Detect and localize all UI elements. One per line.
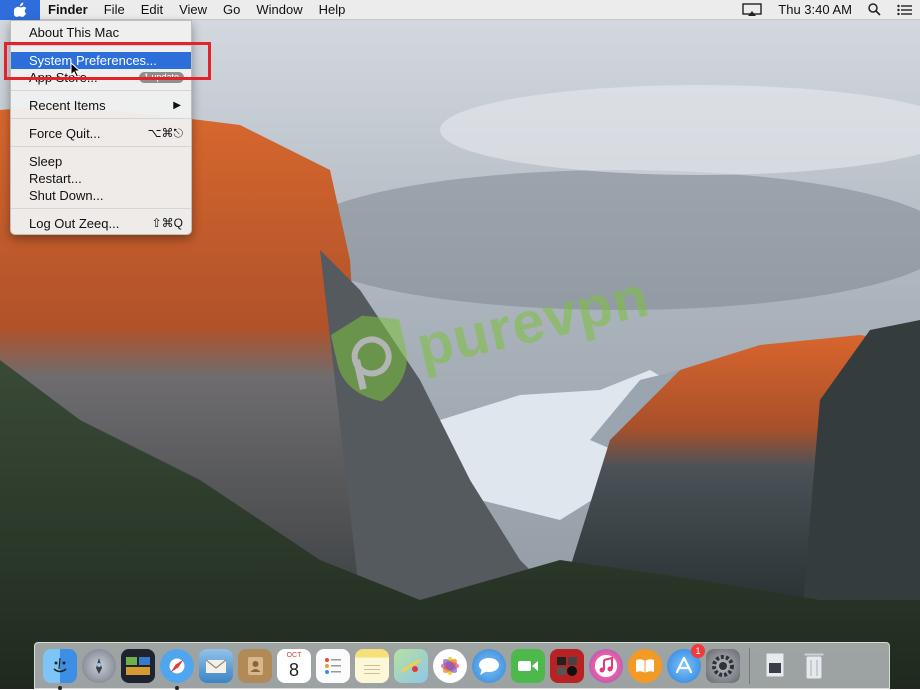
log-out-label: Log Out Zeeq... bbox=[29, 216, 120, 231]
calendar-month: OCT bbox=[286, 652, 302, 659]
contacts-icon[interactable] bbox=[238, 648, 272, 683]
dock-separator bbox=[749, 647, 750, 684]
menu-item-about-this-mac[interactable]: About This Mac bbox=[11, 24, 191, 41]
menu-bar: Finder File Edit View Go Window Help Thu… bbox=[0, 0, 920, 20]
menu-item-force-quit[interactable]: Force Quit... ⌥⌘⎋ bbox=[11, 125, 191, 142]
menu-finder[interactable]: Finder bbox=[40, 0, 96, 20]
menu-go[interactable]: Go bbox=[215, 0, 248, 20]
menu-separator bbox=[11, 146, 191, 147]
menu-separator bbox=[11, 208, 191, 209]
mail-icon[interactable] bbox=[199, 648, 233, 683]
submenu-arrow-icon: ▶ bbox=[173, 100, 181, 111]
ibooks-icon[interactable] bbox=[628, 648, 662, 683]
menu-item-recent-items[interactable]: Recent Items ▶ bbox=[11, 97, 191, 114]
menu-clock[interactable]: Thu 3:40 AM bbox=[770, 0, 860, 20]
app-store-icon[interactable]: 1 bbox=[667, 643, 705, 683]
itunes-icon[interactable] bbox=[589, 648, 623, 683]
apple-menu-button[interactable] bbox=[0, 0, 40, 20]
reminders-icon[interactable] bbox=[316, 648, 350, 683]
restart-label: Restart... bbox=[29, 171, 82, 186]
photo-booth-icon[interactable] bbox=[550, 648, 584, 683]
menu-item-log-out[interactable]: Log Out Zeeq... ⇧⌘Q bbox=[11, 215, 191, 232]
trash-icon[interactable] bbox=[797, 649, 831, 683]
about-label: About This Mac bbox=[29, 25, 120, 40]
maps-icon[interactable] bbox=[394, 648, 428, 683]
log-out-shortcut: ⇧⌘Q bbox=[151, 216, 183, 230]
mission-control-icon[interactable] bbox=[121, 648, 155, 683]
apple-icon bbox=[13, 2, 26, 17]
dock: OCT 8 1 bbox=[34, 642, 890, 690]
force-quit-label: Force Quit... bbox=[29, 126, 101, 141]
airplay-icon[interactable] bbox=[734, 0, 770, 20]
notification-center-icon[interactable] bbox=[889, 0, 920, 20]
menu-separator bbox=[11, 118, 191, 119]
system-preferences-icon[interactable] bbox=[706, 648, 740, 683]
launchpad-icon[interactable] bbox=[82, 648, 116, 683]
photos-icon[interactable] bbox=[433, 648, 467, 683]
finder-icon[interactable] bbox=[43, 648, 77, 690]
calendar-icon[interactable]: OCT 8 bbox=[277, 648, 311, 683]
messages-icon[interactable] bbox=[472, 648, 506, 683]
notes-icon[interactable] bbox=[355, 648, 389, 683]
menu-item-sleep[interactable]: Sleep bbox=[11, 153, 191, 170]
calendar-day: 8 bbox=[288, 660, 299, 680]
menu-item-restart[interactable]: Restart... bbox=[11, 170, 191, 187]
facetime-icon[interactable] bbox=[511, 648, 545, 683]
menu-window[interactable]: Window bbox=[248, 0, 310, 20]
menu-help[interactable]: Help bbox=[311, 0, 354, 20]
recent-items-label: Recent Items bbox=[29, 98, 106, 113]
menu-edit[interactable]: Edit bbox=[133, 0, 171, 20]
menu-extras: Thu 3:40 AM bbox=[734, 0, 920, 20]
menu-separator bbox=[11, 90, 191, 91]
downloads-icon[interactable] bbox=[758, 649, 792, 683]
highlight-box bbox=[4, 42, 211, 80]
safari-icon[interactable] bbox=[160, 648, 194, 690]
shut-down-label: Shut Down... bbox=[29, 188, 104, 203]
sleep-label: Sleep bbox=[29, 154, 63, 169]
menu-file[interactable]: File bbox=[96, 0, 133, 20]
app-store-dock-badge: 1 bbox=[691, 643, 705, 658]
force-quit-shortcut: ⌥⌘⎋ bbox=[147, 126, 183, 140]
menu-view[interactable]: View bbox=[171, 0, 215, 20]
menu-item-shut-down[interactable]: Shut Down... bbox=[11, 187, 191, 204]
search-icon[interactable] bbox=[860, 0, 889, 20]
